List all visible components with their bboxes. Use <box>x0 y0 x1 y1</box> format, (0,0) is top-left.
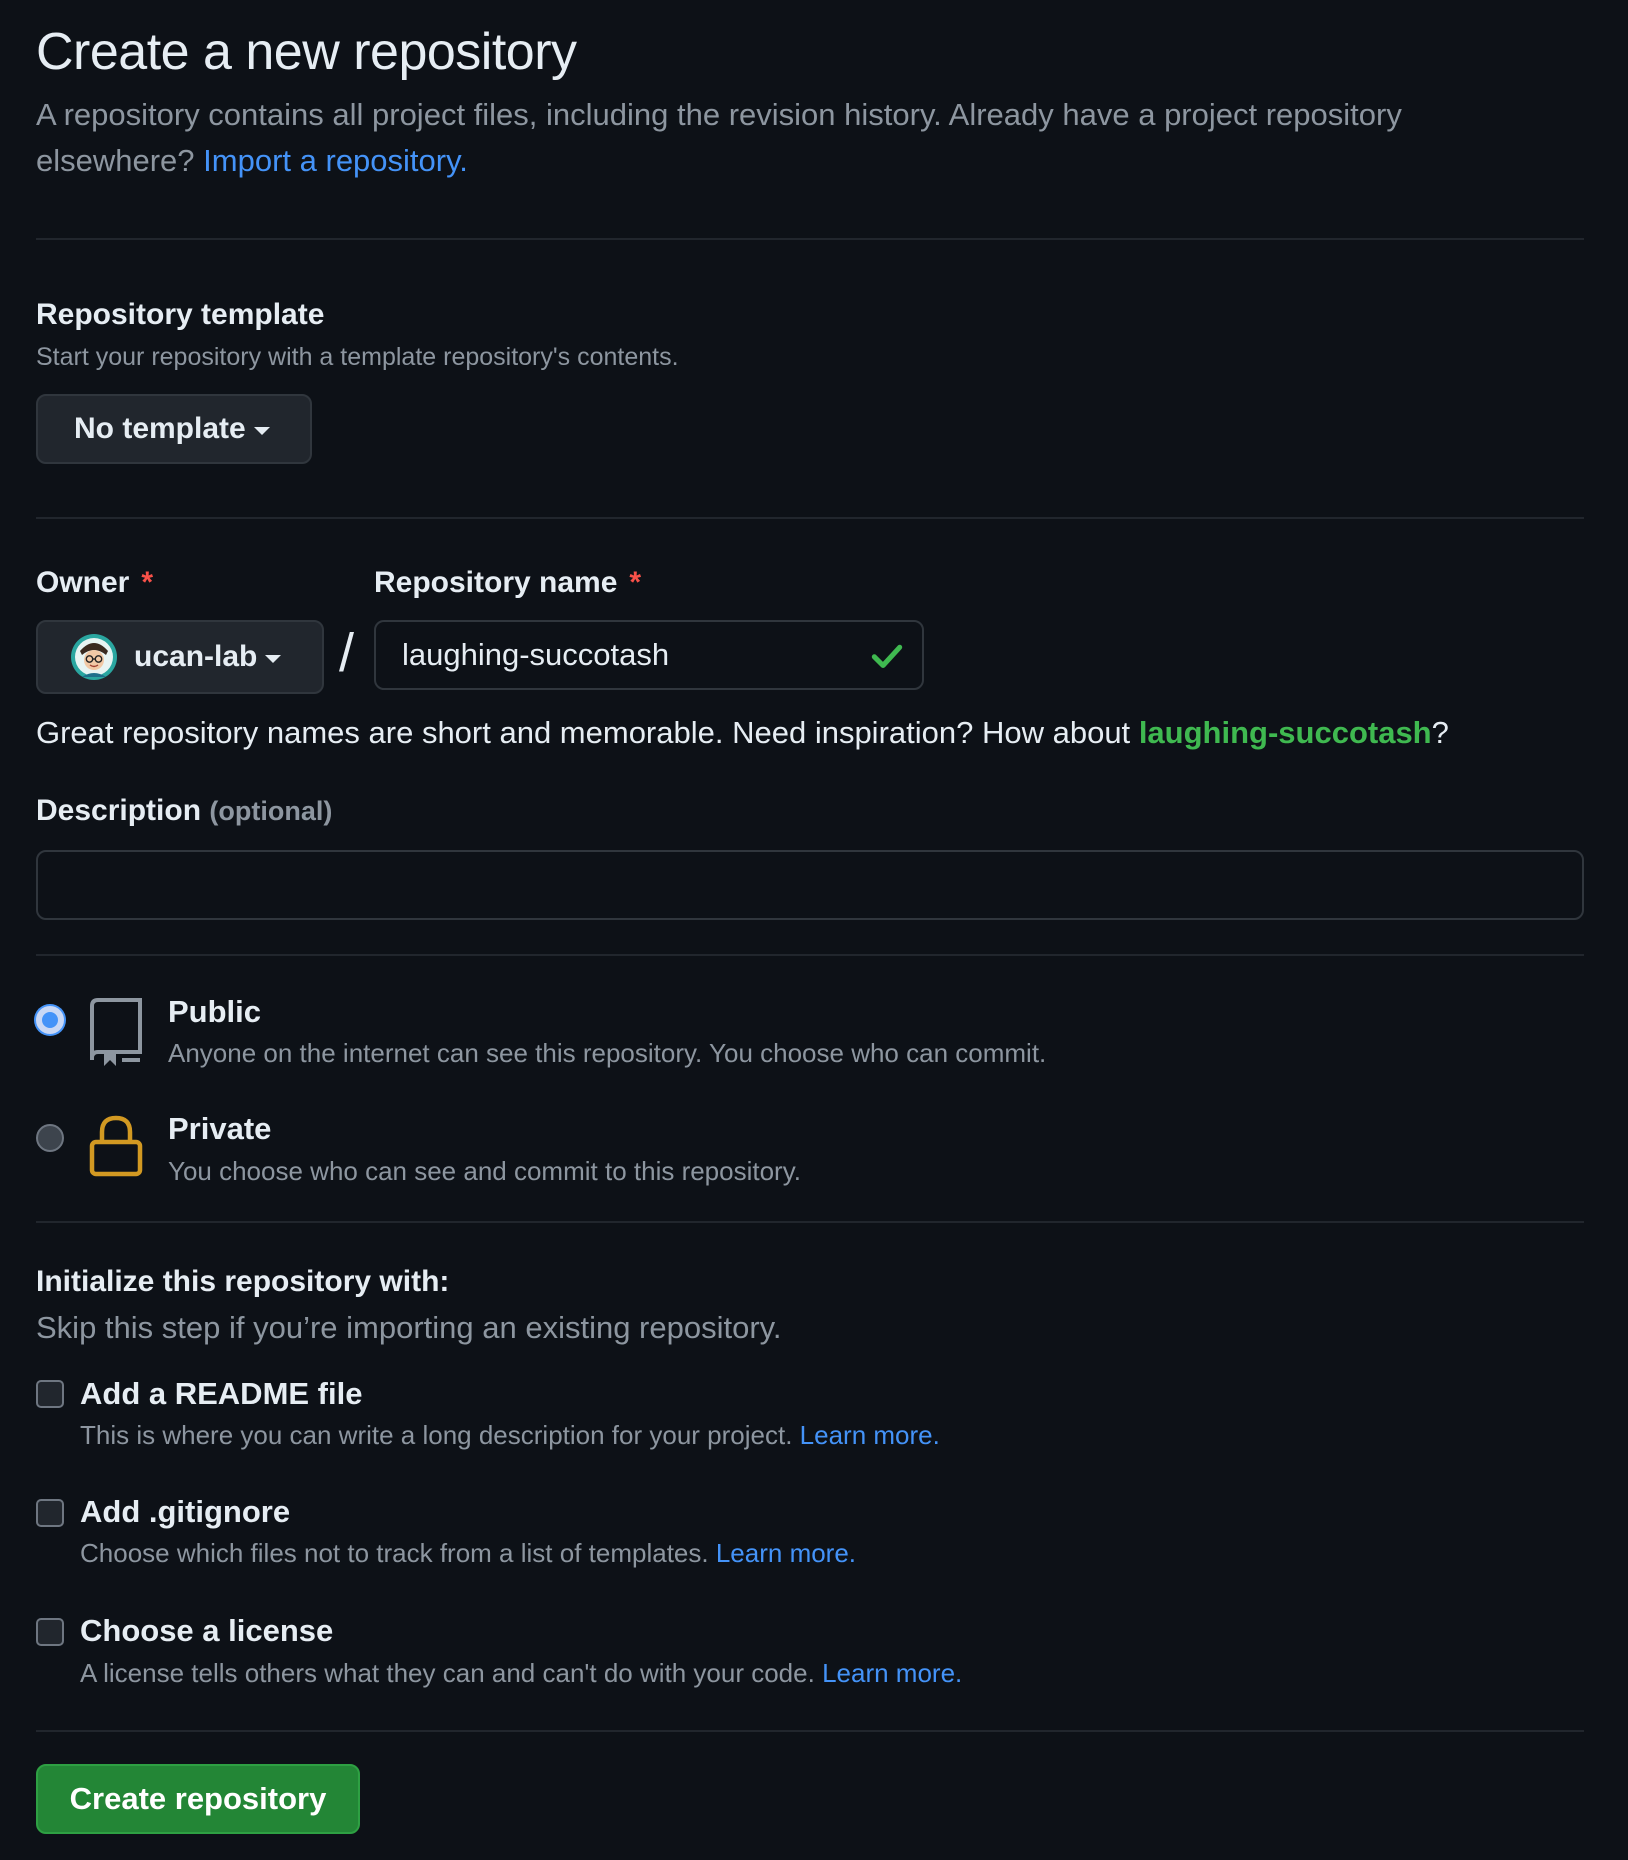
owner-name: ucan-lab <box>134 640 258 673</box>
import-repository-link[interactable]: Import a repository. <box>203 143 468 178</box>
private-subtitle: You choose who can see and commit to thi… <box>168 1156 802 1186</box>
divider <box>36 517 1584 519</box>
suggested-name-link[interactable]: laughing-succotash <box>1139 715 1432 750</box>
description-label: Description (optional) <box>36 794 333 827</box>
required-mark: * <box>141 566 154 599</box>
private-title: Private <box>168 1111 272 1146</box>
repository-name-input[interactable] <box>374 620 924 690</box>
divider <box>36 1730 1584 1732</box>
caret-down-icon <box>265 655 282 663</box>
init-section-subtitle: Skip this step if you’re importing an ex… <box>36 1310 782 1345</box>
check-icon <box>871 644 903 669</box>
page-intro: A repository contains all project files,… <box>36 92 1536 184</box>
readme-title: Add a README file <box>80 1376 363 1411</box>
avatar <box>71 634 117 680</box>
template-section-title: Repository template <box>36 298 325 331</box>
page-title: Create a new repository <box>36 23 577 81</box>
template-dropdown-button[interactable]: No template <box>36 394 312 464</box>
license-subtitle: A license tells others what they can and… <box>80 1658 963 1688</box>
readme-checkbox[interactable] <box>36 1380 64 1408</box>
public-title: Public <box>168 994 262 1029</box>
init-section-title: Initialize this repository with: <box>36 1265 450 1298</box>
gitignore-learn-more-link[interactable]: Learn more. <box>716 1538 856 1568</box>
license-title: Choose a license <box>80 1613 334 1648</box>
repo-icon <box>90 998 142 1066</box>
repo-name-hint: Great repository names are short and mem… <box>36 715 1449 750</box>
public-subtitle: Anyone on the internet can see this repo… <box>168 1038 1047 1068</box>
lock-icon <box>89 1115 143 1177</box>
template-dropdown-label: No template <box>74 412 246 445</box>
license-learn-more-link[interactable]: Learn more. <box>822 1658 962 1688</box>
license-checkbox[interactable] <box>36 1618 64 1646</box>
owner-repo-separator: / <box>339 623 355 683</box>
divider <box>36 954 1584 956</box>
gitignore-subtitle: Choose which files not to track from a l… <box>80 1538 857 1568</box>
owner-dropdown-button[interactable]: ucan-lab <box>36 620 324 694</box>
divider <box>36 1221 1584 1223</box>
create-repository-button[interactable]: Create repository <box>36 1764 360 1834</box>
readme-learn-more-link[interactable]: Learn more. <box>800 1420 940 1450</box>
readme-subtitle: This is where you can write a long descr… <box>80 1420 940 1450</box>
gitignore-checkbox[interactable] <box>36 1499 64 1527</box>
gitignore-title: Add .gitignore <box>80 1494 291 1529</box>
caret-down-icon <box>253 427 270 435</box>
repo-name-label: Repository name * <box>374 566 642 599</box>
template-section-subtitle: Start your repository with a template re… <box>36 343 679 371</box>
optional-tag: (optional) <box>209 796 333 826</box>
private-radio[interactable] <box>36 1124 64 1152</box>
required-mark: * <box>629 566 642 599</box>
description-input[interactable] <box>36 850 1584 920</box>
owner-label: Owner * <box>36 566 154 599</box>
public-radio[interactable] <box>36 1006 64 1034</box>
divider <box>36 238 1584 240</box>
